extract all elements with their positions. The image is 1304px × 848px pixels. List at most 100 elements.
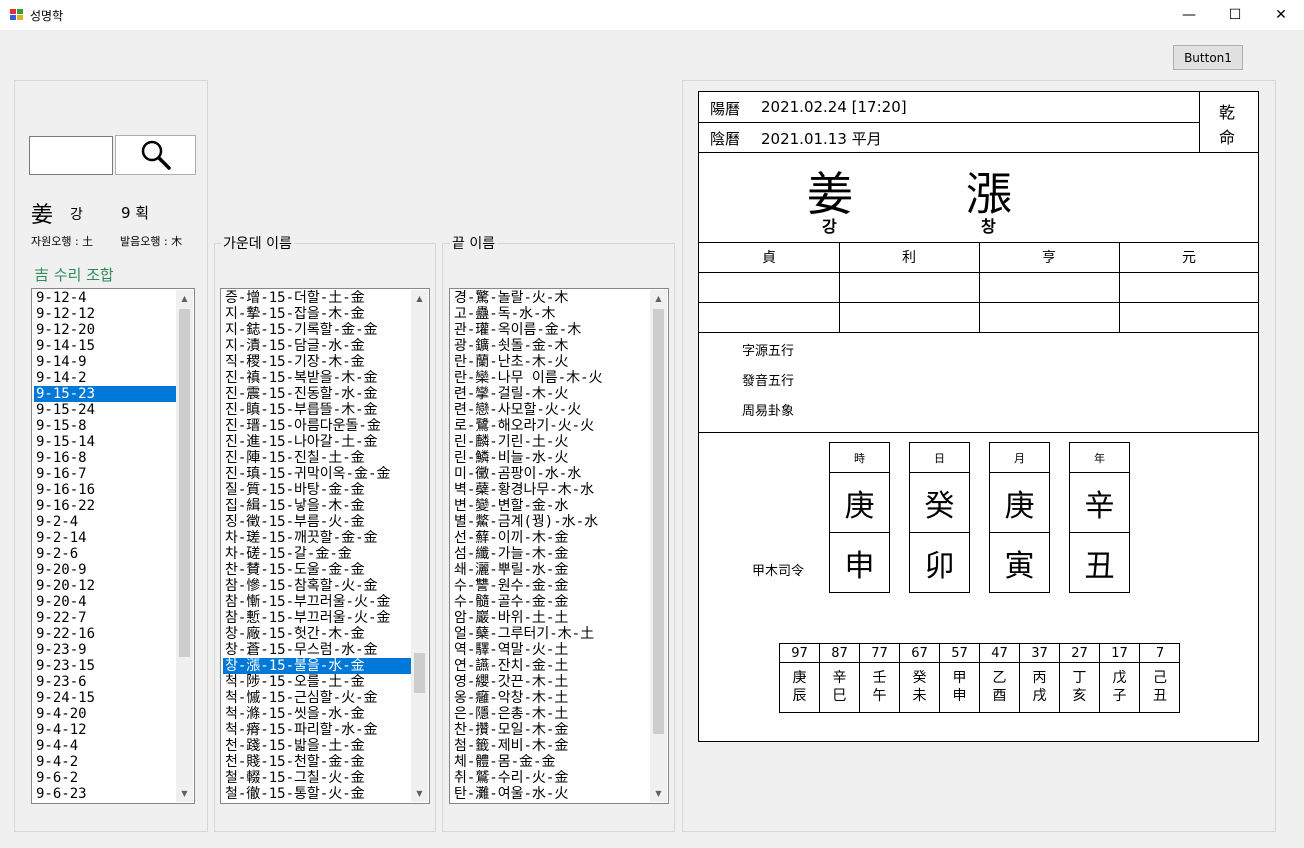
- middle-name-item[interactable]: 철-徹-15-통할-火-金: [223, 786, 412, 802]
- last-name-item[interactable]: 체-體-몸-金-金: [452, 754, 651, 770]
- last-name-item[interactable]: 쇄-灑-뿌릴-水-金: [452, 562, 651, 578]
- scroll-down-icon[interactable]: ▼: [176, 785, 193, 802]
- middle-name-item[interactable]: 징-徵-15-부름-火-金: [223, 514, 412, 530]
- last-name-item[interactable]: 얼-蘖-그루터기-木-土: [452, 626, 651, 642]
- last-name-item[interactable]: 미-黴-곰팡이-水-水: [452, 466, 651, 482]
- combo-list-item[interactable]: 9-16-7: [34, 466, 177, 482]
- combo-list-item[interactable]: 9-12-4: [34, 290, 177, 306]
- last-name-item[interactable]: 찬-攢-모일-木-金: [452, 722, 651, 738]
- middle-name-item[interactable]: 진-瑱-15-귀막이옥-金-金: [223, 466, 412, 482]
- last-name-item[interactable]: 연-讌-잔치-金-土: [452, 658, 651, 674]
- last-name-list[interactable]: 경-驚-놀랄-火-木 고-蠱-독-水-木 관-瓘-옥이름-金-木 광-鑛-쇳돌-金-木…: [449, 288, 669, 804]
- combo-list-item[interactable]: 9-14-2: [34, 370, 177, 386]
- combo-list-item[interactable]: 9-22-7: [34, 610, 177, 626]
- last-name-item[interactable]: 광-鑛-쇳돌-金-木: [452, 338, 651, 354]
- middle-name-item[interactable]: 참-慘-15-참혹할-火-金: [223, 578, 412, 594]
- combo-list-item[interactable]: 9-4-4: [34, 738, 177, 754]
- combo-list-item[interactable]: 9-23-15: [34, 658, 177, 674]
- last-list-scrollbar[interactable]: ▲ ▼: [650, 290, 667, 802]
- combo-list-item[interactable]: 9-15-14: [34, 434, 177, 450]
- last-name-item[interactable]: 련-戀-사모할-火-火: [452, 402, 651, 418]
- middle-name-item[interactable]: 증-增-15-더할-土-金: [223, 290, 412, 306]
- combo-list-item[interactable]: 9-24-15: [34, 690, 177, 706]
- middle-name-item[interactable]: 참-慚-15-부끄러울-火-金: [223, 594, 412, 610]
- last-name-item[interactable]: 취-鷲-수리-火-金: [452, 770, 651, 786]
- last-name-item[interactable]: 수-讐-원수-金-金: [452, 578, 651, 594]
- button1[interactable]: Button1: [1173, 45, 1243, 70]
- combo-list-item[interactable]: 9-6-23: [34, 786, 177, 802]
- last-name-item[interactable]: 린-麟-기린-土-火: [452, 434, 651, 450]
- last-name-item[interactable]: 고-蠱-독-水-木: [452, 306, 651, 322]
- minimize-button[interactable]: —: [1166, 0, 1212, 30]
- last-name-item[interactable]: 린-鱗-비늘-水-火: [452, 450, 651, 466]
- maximize-button[interactable]: ☐: [1212, 0, 1258, 30]
- last-name-item[interactable]: 란-蘭-난초-木-火: [452, 354, 651, 370]
- combo-list-item[interactable]: 9-16-8: [34, 450, 177, 466]
- middle-name-item[interactable]: 척-滌-15-씻을-水-金: [223, 706, 412, 722]
- combo-list-item[interactable]: 9-20-12: [34, 578, 177, 594]
- middle-name-item[interactable]: 찬-賛-15-도울-金-金: [223, 562, 412, 578]
- combo-list-item[interactable]: 9-6-2: [34, 770, 177, 786]
- scroll-down-icon[interactable]: ▼: [411, 785, 428, 802]
- middle-name-item[interactable]: 차-瑳-15-깨끗할-金-金: [223, 530, 412, 546]
- combo-list-item[interactable]: 9-14-9: [34, 354, 177, 370]
- combo-list-item[interactable]: 9-2-6: [34, 546, 177, 562]
- last-name-item[interactable]: 벽-蘗-황경나무-木-水: [452, 482, 651, 498]
- close-button[interactable]: ✕: [1258, 0, 1304, 30]
- middle-name-item[interactable]: 천-踐-15-밟을-土-金: [223, 738, 412, 754]
- last-name-item[interactable]: 경-驚-놀랄-火-木: [452, 290, 651, 306]
- middle-name-item[interactable]: 진-瞋-15-부릅뜰-木-金: [223, 402, 412, 418]
- last-name-item[interactable]: 옹-癰-악창-木-土: [452, 690, 651, 706]
- middle-name-item[interactable]: 천-賤-15-천할-金-金: [223, 754, 412, 770]
- last-name-item[interactable]: 은-隱-은총-木-土: [452, 706, 651, 722]
- middle-name-item[interactable]: 척-慽-15-근심할-火-金: [223, 690, 412, 706]
- scroll-thumb[interactable]: [653, 309, 664, 734]
- middle-name-item[interactable]: 철-輟-15-그칠-火-金: [223, 770, 412, 786]
- search-button[interactable]: [115, 135, 196, 175]
- last-name-item[interactable]: 별-鱉-금계(꿩)-水-水: [452, 514, 651, 530]
- middle-name-item[interactable]: 척-陟-15-오를-土-金: [223, 674, 412, 690]
- scroll-down-icon[interactable]: ▼: [650, 785, 667, 802]
- combo-list-item[interactable]: 9-15-24: [34, 402, 177, 418]
- last-name-item[interactable]: 암-巖-바위-土-土: [452, 610, 651, 626]
- combo-list-item[interactable]: 9-12-20: [34, 322, 177, 338]
- middle-name-item[interactable]: 창-廠-15-헛간-木-金: [223, 626, 412, 642]
- combo-list-item[interactable]: 9-2-14: [34, 530, 177, 546]
- middle-name-item[interactable]: 지-漬-15-담글-水-金: [223, 338, 412, 354]
- middle-name-item[interactable]: 창-蒼-15-무스럼-水-金: [223, 642, 412, 658]
- combo-list[interactable]: 9-12-4 9-12-12 9-12-20 9-14-15 9-14-9 9-14-2 9…: [31, 288, 195, 804]
- combo-list-item[interactable]: 9-16-22: [34, 498, 177, 514]
- middle-name-item[interactable]: 진-陣-15-진칠-土-金: [223, 450, 412, 466]
- middle-name-item[interactable]: 진-瑨-15-아름다운돌-金: [223, 418, 412, 434]
- combo-list-item[interactable]: 9-4-2: [34, 754, 177, 770]
- scroll-up-icon[interactable]: ▲: [176, 290, 193, 307]
- last-name-item[interactable]: 변-變-변할-金-水: [452, 498, 651, 514]
- combo-list-item[interactable]: 9-2-4: [34, 514, 177, 530]
- combo-list-item[interactable]: 9-15-8: [34, 418, 177, 434]
- last-name-item[interactable]: 영-纓-갓끈-木-土: [452, 674, 651, 690]
- middle-name-item[interactable]: 집-緝-15-낳을-木-金: [223, 498, 412, 514]
- middle-name-item[interactable]: 질-質-15-바탕-金-金: [223, 482, 412, 498]
- middle-list-scrollbar[interactable]: ▲ ▼: [411, 290, 428, 802]
- last-name-item[interactable]: 선-蘚-이끼-木-金: [452, 530, 651, 546]
- scroll-thumb[interactable]: [414, 653, 425, 693]
- scroll-thumb[interactable]: [179, 309, 190, 657]
- last-name-item[interactable]: 탄-灘-여울-水-火: [452, 786, 651, 802]
- middle-name-item[interactable]: 참-慙-15-부끄러울-火-金: [223, 610, 412, 626]
- middle-name-item[interactable]: 차-磋-15-갈-金-金: [223, 546, 412, 562]
- last-name-item[interactable]: 관-瓘-옥이름-金-木: [452, 322, 651, 338]
- middle-name-item[interactable]: 진-進-15-나아갈-土-金: [223, 434, 412, 450]
- middle-name-item[interactable]: 지-摯-15-잡을-木-金: [223, 306, 412, 322]
- combo-list-item[interactable]: 9-22-16: [34, 626, 177, 642]
- combo-list-item[interactable]: 9-23-9: [34, 642, 177, 658]
- combo-list-scrollbar[interactable]: ▲ ▼: [176, 290, 193, 802]
- last-name-item[interactable]: 첨-籤-제비-木-金: [452, 738, 651, 754]
- last-name-item[interactable]: 섬-纖-가늘-木-金: [452, 546, 651, 562]
- combo-list-item[interactable]: 9-12-12: [34, 306, 177, 322]
- middle-name-item[interactable]: 척-瘠-15-파리할-水-金: [223, 722, 412, 738]
- combo-list-item[interactable]: 9-16-16: [34, 482, 177, 498]
- scroll-up-icon[interactable]: ▲: [650, 290, 667, 307]
- search-input[interactable]: [29, 136, 113, 175]
- middle-name-item[interactable]: 지-鋕-15-기록할-金-金: [223, 322, 412, 338]
- last-name-item[interactable]: 련-攣-걸릴-木-火: [452, 386, 651, 402]
